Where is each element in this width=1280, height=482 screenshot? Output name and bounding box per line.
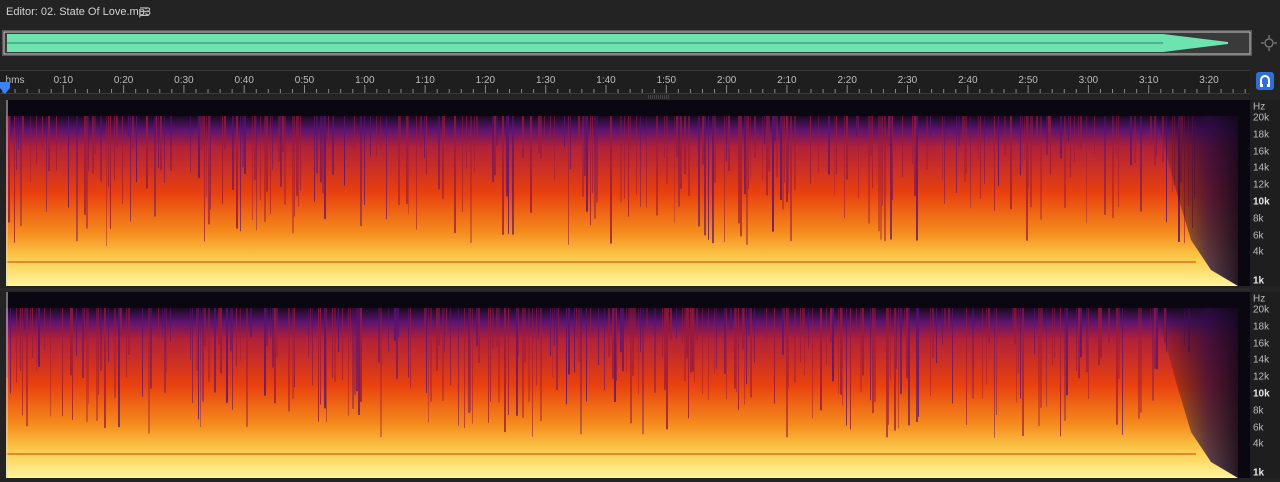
frequency-tick-label: 4k [1253,246,1264,258]
frequency-tick-label: 8k [1253,213,1264,225]
ruler-tick-label: 0:30 [174,75,194,86]
editor-header [0,0,1280,26]
waveform-overview[interactable] [2,30,1252,56]
ruler-tick-label: 2:10 [777,75,797,86]
spectrogram-right [6,292,1250,478]
frequency-tick-label: 4k [1253,438,1264,450]
ruler-tick-label: 0:50 [294,75,315,86]
frequency-tick-label: 10k [1253,388,1270,400]
ruler-tick-label: 2:30 [897,75,918,86]
frequency-tick-label: 1k [1253,467,1265,479]
hamburger-menu-icon[interactable]: ☰ [139,5,151,19]
frequency-tick-label: 6k [1253,230,1264,242]
ruler-tick-label: 1:20 [475,75,496,86]
ruler-tick-label: 0:10 [53,75,74,86]
ruler-tick-label: 3:10 [1138,75,1159,86]
frequency-tick-label: 18k [1253,321,1270,333]
frequency-unit-label: Hz [1253,293,1266,305]
ruler-tick-label: 1:10 [415,75,435,86]
spectral-display-left-channel[interactable] [6,100,1250,286]
ruler-tick-label: 1:40 [596,75,616,86]
frequency-tick-label: 10k [1253,196,1270,208]
frequency-tick-label: 20k [1253,304,1270,316]
frequency-tick-label: 8k [1253,405,1264,417]
frequency-unit-label: Hz [1253,101,1266,113]
ruler-tick-label: 0:20 [113,75,134,86]
overview-waveform [3,31,1251,55]
ruler-tick-label: 2:20 [837,75,857,86]
frequency-tick-label: 20k [1253,112,1270,124]
frequency-tick-label: 14k [1253,162,1270,174]
ruler-tick-label: 2:00 [716,75,737,86]
ruler-tick-label: 2:40 [958,75,978,86]
frequency-scale-left: Hz 20k 18k 16k 14k 12k 10k 8k 6k 4k 1k [1250,100,1280,287]
frequency-tick-label: 14k [1253,354,1270,366]
snap-button[interactable] [1256,72,1274,90]
spectral-display-right-channel[interactable] [6,292,1250,478]
ruler-tick-label: 3:20 [1199,75,1219,86]
frequency-tick-label: 16k [1253,338,1270,350]
time-ruler[interactable]: hms 0:10 0:20 0:30 0:40 0:50 1:00 1:10 1:20 1:30… [0,70,1250,94]
frequency-tick-label: 12k [1253,371,1270,383]
frequency-tick-label: 16k [1253,146,1270,158]
editor-title: Editor: 02. State Of Love.mp3 [6,6,151,18]
ruler-tick-label: 1:30 [535,75,556,86]
frequency-tick-label: 1k [1253,275,1265,287]
magnet-icon [1260,75,1270,87]
panel-resize-handle[interactable] [648,95,670,99]
playhead-icon[interactable] [0,82,10,94]
frequency-tick-label: 18k [1253,129,1270,141]
ruler-tick-label: 3:00 [1078,75,1099,86]
ruler-tick-label: 1:50 [656,75,677,86]
channel-divider [0,288,1250,291]
frequency-scale-right: Hz 20k 18k 16k 14k 12k 10k 8k 6k 4k 1k [1250,292,1280,479]
ruler-tick-label: 1:00 [355,75,375,86]
frequency-tick-label: 12k [1253,179,1270,191]
frequency-tick-label: 6k [1253,422,1264,434]
ruler-tick-label: 0:40 [234,75,254,86]
spectrogram-left [6,100,1250,286]
ruler-tick-label: 2:50 [1018,75,1038,86]
zoom-navigator-icon[interactable] [1260,34,1278,52]
